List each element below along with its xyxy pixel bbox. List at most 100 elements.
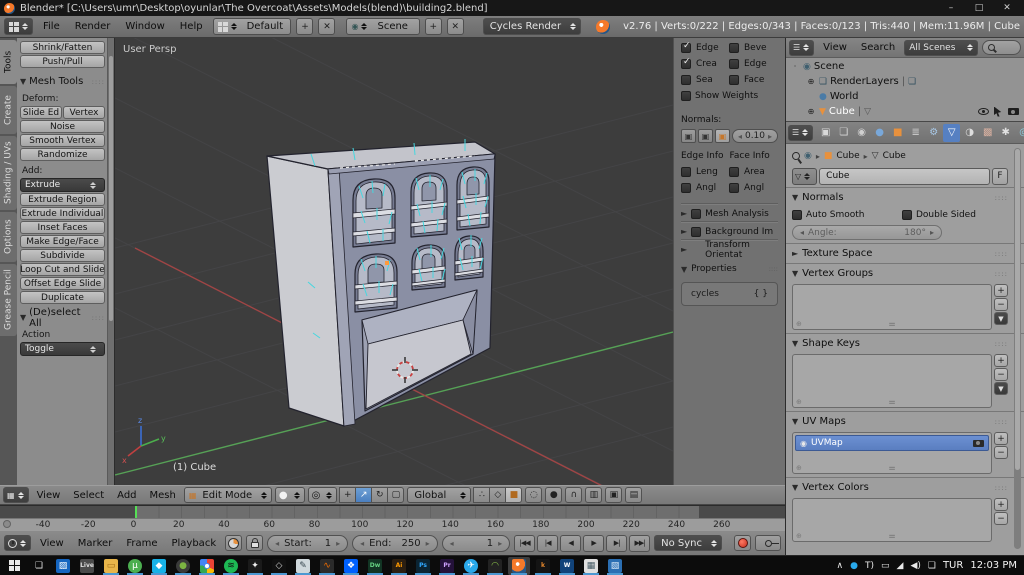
photoshop-icon[interactable]: Ps <box>412 557 434 575</box>
maximize-button[interactable]: □ <box>966 1 992 15</box>
edge-select-icon[interactable]: ◇ <box>489 487 507 503</box>
auto-smooth-checkbox[interactable] <box>792 210 802 220</box>
lock-range-button[interactable] <box>246 535 264 551</box>
checkbox[interactable] <box>729 59 739 69</box>
properties-editor-type-button[interactable]: ☰ <box>788 124 814 141</box>
tool-shelf-scrollbar[interactable] <box>107 38 114 485</box>
orientation-selector[interactable]: Global <box>407 487 472 503</box>
panel-normals-header[interactable]: ▼ Normals:::: <box>792 189 1008 206</box>
tool-button[interactable]: Noise <box>20 120 105 133</box>
shelf-tab-tools[interactable]: Tools <box>0 40 17 84</box>
uvmap-list-item[interactable]: ◉ UVMap <box>795 435 989 451</box>
manipulator-translate-icon[interactable]: ↗ <box>355 487 373 503</box>
visibility-icon[interactable] <box>978 108 989 115</box>
selectability-icon[interactable] <box>994 106 1002 117</box>
object-tab[interactable]: ■ <box>889 124 906 142</box>
timeline-menu-frame[interactable]: Frame <box>121 538 162 549</box>
shape-key-remove-button[interactable]: − <box>994 368 1008 381</box>
shelf-tab-options[interactable]: Options <box>0 212 17 262</box>
mesh-tools-panel-header[interactable]: ▼ Mesh Tools:::: <box>20 74 105 89</box>
panel-properties-header[interactable]: ▼ Properties:::: <box>681 260 778 278</box>
tool-button[interactable]: Subdivide <box>20 249 105 262</box>
manipulator-rotate-icon[interactable]: ↻ <box>371 487 389 503</box>
next-keyframe-button[interactable]: ▶| <box>606 534 628 552</box>
vertex-color-remove-button[interactable]: − <box>994 512 1008 525</box>
wolfteam-icon[interactable]: ✦ <box>244 557 266 575</box>
tray-wifi-icon[interactable]: ◢ <box>897 561 904 571</box>
blender-icon[interactable] <box>508 556 530 575</box>
uv-map-remove-button[interactable]: − <box>994 446 1008 459</box>
dreamweaver-icon[interactable]: Dw <box>364 557 386 575</box>
render-tab[interactable]: ▣ <box>817 124 834 142</box>
action-dropdown[interactable]: Toggle <box>20 342 105 356</box>
timeline-tick-strip[interactable]: -40 -20 0 20 40 60 80 100 120 140 160 180 200 220 240 2… <box>0 518 785 530</box>
tool-button[interactable]: Loop Cut and Slide <box>20 263 105 276</box>
manipulator-scale-icon[interactable]: ▢ <box>387 487 405 503</box>
checkbox[interactable] <box>681 75 691 85</box>
play-button[interactable]: ▶ <box>583 534 605 552</box>
unity-icon[interactable]: ◇ <box>268 557 290 575</box>
angle-slider[interactable]: ◂ Angle: 180° ▸ <box>792 225 942 240</box>
add-scene-button[interactable]: + <box>424 18 442 35</box>
panel-vertex-colors-header[interactable]: ▼ Vertex Colors:::: <box>792 479 1008 496</box>
shelf-tab-shading-uvs[interactable]: Shading / UVs <box>0 136 17 210</box>
shape-key-add-button[interactable]: + <box>994 354 1008 367</box>
close-button[interactable]: ✕ <box>994 1 1020 15</box>
tool-button[interactable]: Randomize <box>20 148 105 161</box>
vertex-slide-button[interactable]: Vertex <box>63 106 105 119</box>
timeline[interactable]: -40 -20 0 20 40 60 80 100 120 140 160 180 200 220 240 2… <box>0 505 785 530</box>
vertex-group-specials-button[interactable]: ▼ <box>994 312 1008 325</box>
shelf-tab-create[interactable]: Create <box>0 86 17 134</box>
panel-background-images[interactable]: ► Background Im <box>681 222 778 240</box>
sync-mode-selector[interactable]: No Sync <box>654 535 722 551</box>
add-layout-button[interactable]: + <box>296 18 314 35</box>
panel-vertex-groups-header[interactable]: ▼ Vertex Groups:::: <box>792 265 1008 282</box>
render-layers-tab[interactable]: ❏ <box>835 124 852 142</box>
pin-icon[interactable] <box>790 150 802 162</box>
properties-scrollbar[interactable] <box>1014 148 1021 549</box>
checkbox[interactable] <box>691 226 702 237</box>
outliner-editor-type-button[interactable]: ☰ <box>789 39 815 56</box>
datablock-name-field[interactable]: Cube <box>819 167 990 185</box>
panel-uv-maps-header[interactable]: ▼ UV Maps:::: <box>792 413 1008 430</box>
spotify-icon[interactable]: ≋ <box>220 557 242 575</box>
menu-window[interactable]: Window <box>120 21 169 32</box>
outliner-row-cube[interactable]: ⊕ ▼ Cube | ▽ <box>788 104 1022 119</box>
chrome-icon[interactable] <box>196 557 218 575</box>
tool-button[interactable]: Smooth Vertex <box>20 134 105 147</box>
cycles-properties-box[interactable]: cycles{ } <box>681 282 778 306</box>
prev-keyframe-button[interactable]: |◀ <box>537 534 559 552</box>
record-button[interactable] <box>734 535 751 551</box>
illustrator-icon[interactable]: Ai <box>388 557 410 575</box>
render-engine-selector[interactable]: Cycles Render <box>482 18 582 35</box>
tray-telegram-icon[interactable]: ● <box>850 561 858 571</box>
vertex-select-icon[interactable]: ∴ <box>473 487 491 503</box>
delete-scene-button[interactable]: ✕ <box>446 18 464 35</box>
windows-live-icon[interactable]: Live <box>76 557 98 575</box>
render-uv-icon[interactable] <box>973 439 984 447</box>
kodi-icon[interactable]: ◆ <box>148 557 170 575</box>
viewport-shading-selector[interactable]: ● <box>274 487 305 503</box>
tool-button[interactable]: Make Edge/Face <box>20 235 105 248</box>
keying-set-button[interactable] <box>755 535 781 551</box>
timeline-scroller-knob[interactable] <box>3 520 11 528</box>
delete-layout-button[interactable]: ✕ <box>318 18 336 35</box>
clock[interactable]: 12:03 PM <box>970 560 1017 571</box>
tray-expand-icon[interactable]: ∧ <box>837 561 844 571</box>
language-indicator[interactable]: TUR <box>943 560 963 571</box>
current-frame-field[interactable]: ◂ 1 ▸ <box>441 534 511 552</box>
scene-selector[interactable]: ◉ Scene <box>346 18 420 35</box>
play-reverse-button[interactable]: ◀ <box>560 534 582 552</box>
checkbox[interactable] <box>729 183 739 193</box>
normals-vertex-button[interactable]: ▣ <box>681 129 696 143</box>
minimize-button[interactable]: – <box>938 1 964 15</box>
view3d-menu-mesh[interactable]: Mesh <box>145 490 181 501</box>
screen-layout-selector[interactable]: Default <box>212 18 292 35</box>
slide-edge-button[interactable]: Slide Ed <box>20 106 62 119</box>
checkbox[interactable] <box>729 43 739 53</box>
world-tab[interactable]: ● <box>871 124 888 142</box>
outliner-row-world[interactable]: ● World <box>788 89 1022 104</box>
renderability-icon[interactable] <box>1008 108 1019 115</box>
snap-magnet-icon[interactable]: ∩ <box>565 487 583 503</box>
breadcrumb-object[interactable]: Cube <box>836 151 859 161</box>
